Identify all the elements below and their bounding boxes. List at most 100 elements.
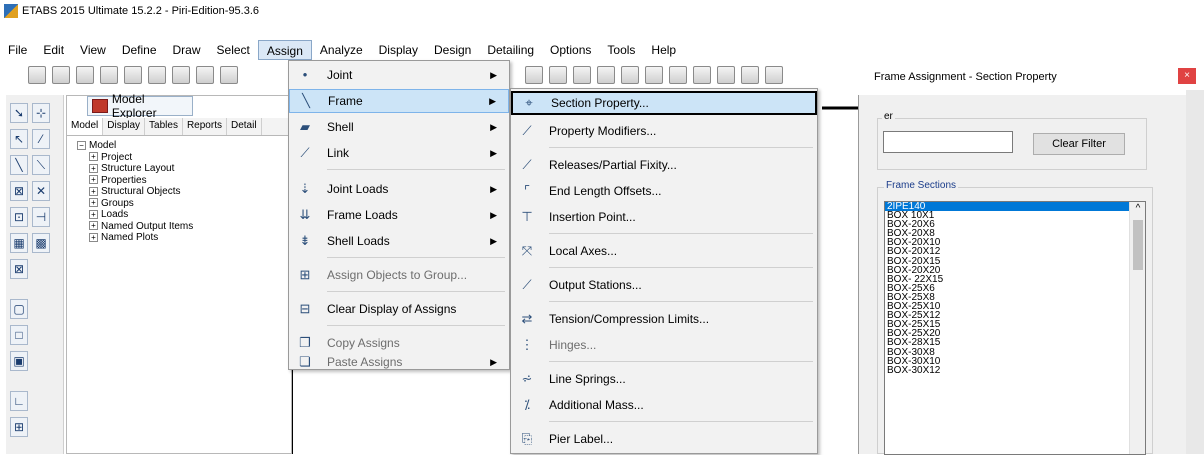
scrollbar-thumb[interactable] [1133,220,1143,270]
assign-link[interactable]: ⟋ Link ▶ [289,141,509,165]
checkbox-icon[interactable] [621,66,639,84]
open-icon[interactable] [52,66,70,84]
tab-reports[interactable]: Reports [183,118,227,135]
node-icon[interactable]: ⊣ [32,207,50,227]
assign-objects-to-group[interactable]: ⊞ Assign Objects to Group... [289,263,509,287]
new-model-icon[interactable] [28,66,46,84]
menu-detailing[interactable]: Detailing [479,40,542,60]
zoom-icon[interactable] [220,66,238,84]
reshape-icon[interactable]: ↖ [10,129,28,149]
beam-icon[interactable] [717,66,735,84]
save-icon[interactable] [76,66,94,84]
opening-icon[interactable]: ⊠ [10,259,28,279]
frame-property-modifiers[interactable]: ⟋ Property Modifiers... [511,119,817,143]
paste-assigns[interactable]: ❏ Paste Assigns ▶ [289,354,509,369]
expand-icon[interactable]: + [89,163,98,173]
view-3d-icon[interactable] [525,66,543,84]
menu-design[interactable]: Design [426,40,479,60]
clear-filter-button[interactable]: Clear Filter [1033,133,1125,155]
menu-options[interactable]: Options [542,40,599,60]
move-down-icon[interactable] [573,66,591,84]
frame-insertion-point[interactable]: ⊤ Insertion Point... [511,205,817,229]
column-draw-icon[interactable]: ⊡ [10,207,28,227]
menu-define[interactable]: Define [114,40,165,60]
brace-icon[interactable] [765,66,783,84]
tab-tables[interactable]: Tables [145,118,183,135]
assign-joint[interactable]: • Joint ▶ [289,63,509,87]
assign-shell[interactable]: ▰ Shell ▶ [289,115,509,139]
tab-display[interactable]: Display [103,118,146,135]
menu-analyze[interactable]: Analyze [312,40,371,60]
lock-icon[interactable] [172,66,190,84]
assign-frame-loads[interactable]: ⇊ Frame Loads ▶ [289,203,509,227]
menu-edit[interactable]: Edit [35,40,72,60]
expand-icon[interactable]: + [89,198,98,208]
pointer-icon[interactable]: ➘ [10,103,28,123]
mesh-icon[interactable]: ▩ [32,233,50,253]
close-button[interactable]: × [1178,68,1196,84]
wall-icon[interactable]: ▦ [10,233,28,253]
menu-display[interactable]: Display [371,40,426,60]
frame-output-stations[interactable]: ⟋ Output Stations... [511,273,817,297]
frame-releases[interactable]: ⟋ Releases/Partial Fixity... [511,153,817,177]
menu-assign[interactable]: Assign [257,40,312,60]
expand-icon[interactable]: + [89,186,98,196]
expand-icon[interactable]: + [89,221,98,231]
expand-icon[interactable]: + [89,209,98,219]
frame-line-springs[interactable]: ⩫ Line Springs... [511,367,817,391]
door-icon[interactable]: ▢ [10,299,28,319]
slab-icon[interactable]: ▣ [10,351,28,371]
frame-pier-label[interactable]: ⎘ Pier Label... [511,427,817,451]
tree-item-structure-layout[interactable]: + Structure Layout [77,163,193,175]
tree-item-loads[interactable]: + Loads [77,209,193,221]
brace-draw-icon[interactable]: ⟍ [32,155,50,175]
tree-item-structural-objects[interactable]: + Structural Objects [77,186,193,198]
clear-display-of-assigns[interactable]: ⊟ Clear Display of Assigns [289,297,509,321]
assign-frame[interactable]: ╲ Frame ▶ [289,89,509,113]
area-icon[interactable]: □ [10,325,28,345]
list-scrollbar[interactable]: ^ [1129,202,1145,454]
object-icon[interactable] [669,66,687,84]
tab-detail[interactable]: Detail [227,118,262,135]
menu-select[interactable]: Select [209,40,258,60]
menu-draw[interactable]: Draw [165,40,209,60]
frame-end-length-offsets[interactable]: ⌜ End Length Offsets... [511,179,817,203]
tree-item-groups[interactable]: + Groups [77,198,193,210]
tree-item-properties[interactable]: + Properties [77,175,193,187]
model-explorer-tab[interactable]: Model Explorer [87,92,193,120]
expand-icon[interactable]: + [89,152,98,162]
frame-section-property[interactable]: ⌖ Section Property... [511,91,817,115]
list-item[interactable]: BOX-30X12 [885,365,1145,375]
tab-model[interactable]: Model [67,118,104,135]
assign-shell-loads[interactable]: ⇟ Shell Loads ▶ [289,229,509,253]
display-icon[interactable] [645,66,663,84]
undo-icon[interactable] [100,66,118,84]
grid-icon[interactable] [597,66,615,84]
tree-item-project[interactable]: + Project [77,152,193,164]
frame-additional-mass[interactable]: ⁒ Additional Mass... [511,393,817,417]
run-icon[interactable] [196,66,214,84]
tree-item-named-output-items[interactable]: + Named Output Items [77,221,193,233]
menu-view[interactable]: View [72,40,114,60]
frame-sections-list[interactable]: 2IPE140 BOX 10X1 BOX-20X6 BOX-20X8 BOX-2… [884,201,1146,455]
redo-icon[interactable] [124,66,142,84]
menu-file[interactable]: File [0,40,35,60]
snap-icon[interactable]: ⊹ [32,103,50,123]
assign-joint-loads[interactable]: ⇣ Joint Loads ▶ [289,177,509,201]
move-up-icon[interactable] [549,66,567,84]
collapse-icon[interactable]: − [77,140,86,150]
frame-hinges[interactable]: ⋮ Hinges... [511,333,817,357]
line-icon[interactable]: ╲ [10,155,28,175]
expand-icon[interactable]: + [89,232,98,242]
frame-local-axes[interactable]: ⤧ Local Axes... [511,239,817,263]
copy-assigns[interactable]: ❐ Copy Assigns [289,331,509,355]
scroll-up-icon[interactable]: ^ [1130,203,1145,213]
column-icon[interactable] [741,66,759,84]
x-brace-icon[interactable]: ✕ [32,181,50,201]
tree-item-named-plots[interactable]: + Named Plots [77,232,193,244]
pencil-icon[interactable] [148,66,166,84]
cross-brace-icon[interactable]: ⊠ [10,181,28,201]
frame-draw-icon[interactable] [693,66,711,84]
draw-line-icon[interactable]: ⁄ [32,129,50,149]
expand-icon[interactable]: + [89,175,98,185]
